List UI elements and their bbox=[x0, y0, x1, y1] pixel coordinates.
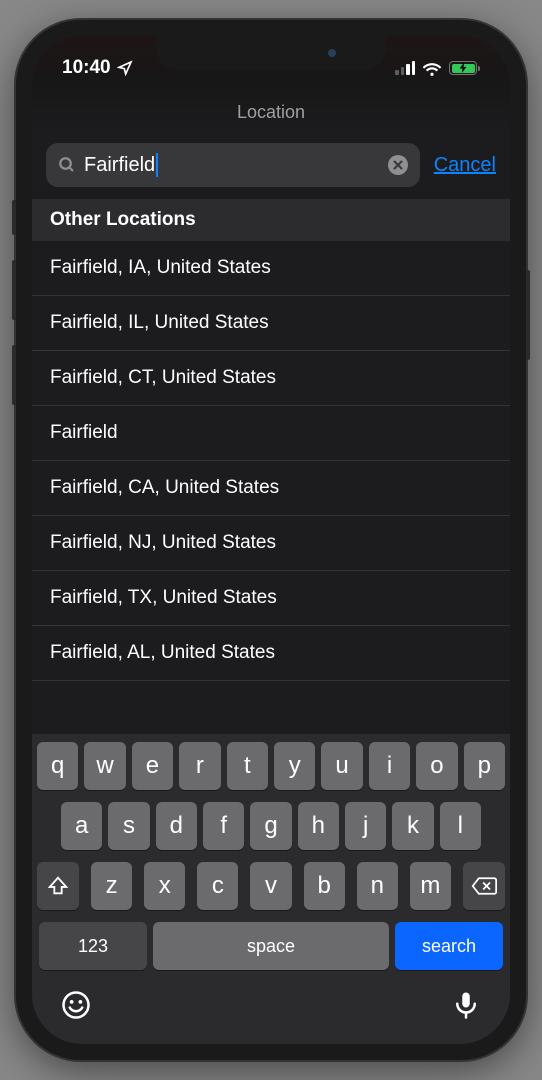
key-p[interactable]: p bbox=[464, 742, 505, 790]
key-q[interactable]: q bbox=[37, 742, 78, 790]
wifi-icon bbox=[422, 61, 442, 76]
list-item[interactable]: Fairfield, IL, United States bbox=[32, 296, 510, 351]
key-x[interactable]: x bbox=[144, 862, 185, 910]
clear-icon[interactable] bbox=[388, 155, 408, 175]
key-k[interactable]: k bbox=[392, 802, 433, 850]
list-item[interactable]: Fairfield, CA, United States bbox=[32, 461, 510, 516]
list-item[interactable]: Fairfield, CT, United States bbox=[32, 351, 510, 406]
search-value: Fairfield bbox=[84, 154, 155, 177]
key-z[interactable]: z bbox=[91, 862, 132, 910]
results-list: Fairfield, IA, United States Fairfield, … bbox=[32, 241, 510, 681]
key-w[interactable]: w bbox=[84, 742, 125, 790]
text-cursor bbox=[156, 153, 158, 177]
key-u[interactable]: u bbox=[321, 742, 362, 790]
key-i[interactable]: i bbox=[369, 742, 410, 790]
key-m[interactable]: m bbox=[410, 862, 451, 910]
key-d[interactable]: d bbox=[156, 802, 197, 850]
cellular-signal-icon bbox=[395, 61, 415, 75]
battery-icon bbox=[449, 61, 480, 75]
key-shift[interactable] bbox=[37, 862, 79, 910]
list-item[interactable]: Fairfield, AL, United States bbox=[32, 626, 510, 681]
backspace-icon bbox=[471, 876, 497, 896]
key-c[interactable]: c bbox=[197, 862, 238, 910]
key-h[interactable]: h bbox=[298, 802, 339, 850]
notch bbox=[156, 36, 386, 70]
search-input[interactable]: Fairfield bbox=[46, 143, 420, 187]
list-item[interactable]: Fairfield bbox=[32, 406, 510, 461]
key-123[interactable]: 123 bbox=[39, 922, 147, 970]
location-arrow-icon bbox=[117, 60, 133, 76]
key-y[interactable]: y bbox=[274, 742, 315, 790]
page-title: Location bbox=[32, 84, 510, 135]
screen: 10:40 bbox=[32, 36, 510, 1044]
search-icon bbox=[58, 156, 76, 174]
key-f[interactable]: f bbox=[203, 802, 244, 850]
key-b[interactable]: b bbox=[304, 862, 345, 910]
key-v[interactable]: v bbox=[250, 862, 291, 910]
emoji-icon[interactable] bbox=[61, 990, 91, 1020]
key-backspace[interactable] bbox=[463, 862, 505, 910]
key-a[interactable]: a bbox=[61, 802, 102, 850]
list-item[interactable]: Fairfield, TX, United States bbox=[32, 571, 510, 626]
shift-icon bbox=[47, 875, 69, 897]
mic-icon[interactable] bbox=[451, 990, 481, 1020]
key-e[interactable]: e bbox=[132, 742, 173, 790]
phone-frame: 10:40 bbox=[16, 20, 526, 1060]
status-time: 10:40 bbox=[62, 57, 111, 79]
key-l[interactable]: l bbox=[440, 802, 481, 850]
key-n[interactable]: n bbox=[357, 862, 398, 910]
section-header: Other Locations bbox=[32, 199, 510, 241]
key-t[interactable]: t bbox=[227, 742, 268, 790]
keyboard: q w e r t y u i o p a s d f g h j k l bbox=[32, 734, 510, 1044]
key-j[interactable]: j bbox=[345, 802, 386, 850]
key-search[interactable]: search bbox=[395, 922, 503, 970]
cancel-button[interactable]: Cancel bbox=[434, 154, 496, 177]
key-space[interactable]: space bbox=[153, 922, 389, 970]
list-item[interactable]: Fairfield, NJ, United States bbox=[32, 516, 510, 571]
key-o[interactable]: o bbox=[416, 742, 457, 790]
key-s[interactable]: s bbox=[108, 802, 149, 850]
key-r[interactable]: r bbox=[179, 742, 220, 790]
key-g[interactable]: g bbox=[250, 802, 291, 850]
list-item[interactable]: Fairfield, IA, United States bbox=[32, 241, 510, 296]
